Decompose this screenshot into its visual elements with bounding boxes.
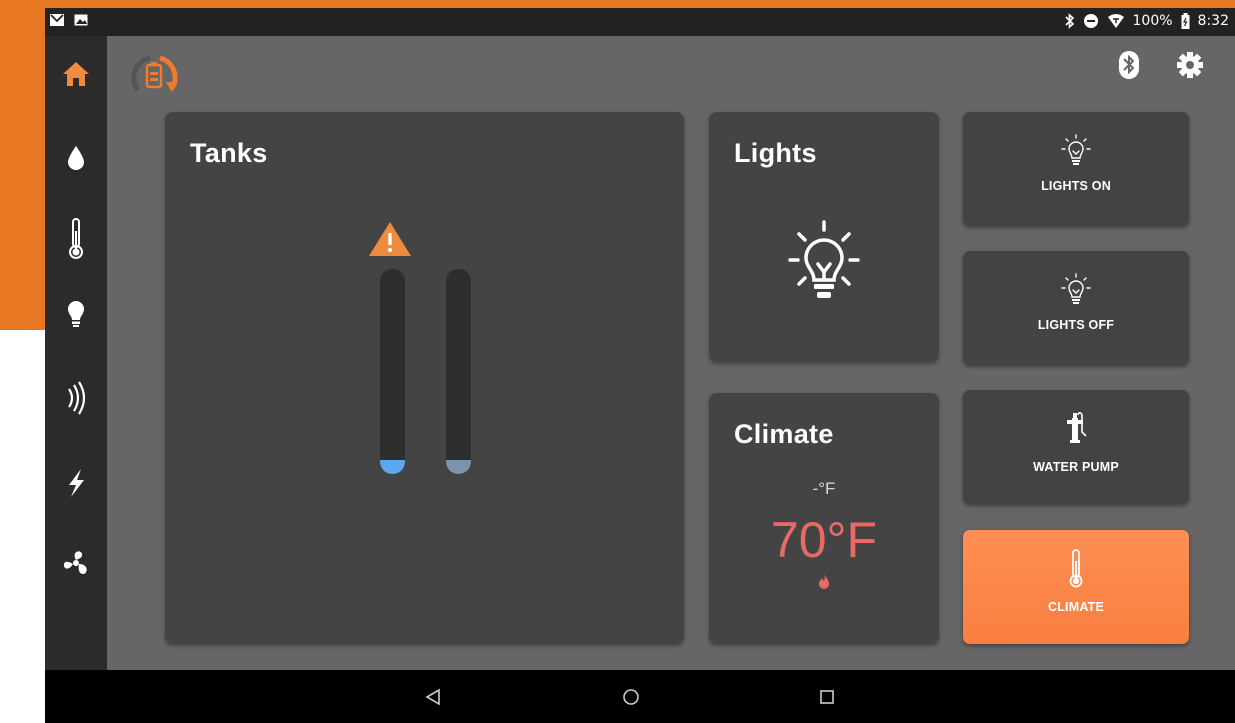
gear-icon — [1177, 52, 1203, 78]
sidebar-item-temperature[interactable] — [45, 213, 107, 263]
tank-fill-2 — [446, 460, 471, 474]
water-pump-label: WATER PUMP — [1033, 460, 1119, 474]
sidebar-item-home[interactable] — [45, 49, 107, 99]
main-panel: Tanks Lights Climate -°F 70°F LIGHTS ON … — [107, 36, 1235, 670]
lights-on-label: LIGHTS ON — [1041, 179, 1111, 193]
lightbulb-on-icon — [1061, 134, 1091, 165]
status-bar: 100% 8:32 — [45, 8, 1235, 36]
thermometer-icon — [69, 218, 83, 259]
tank-level-2 — [446, 269, 471, 474]
app-frame: 100% 8:32 Tanks Lights Climate -°F 70°F … — [0, 0, 1235, 723]
tanks-card[interactable]: Tanks — [165, 112, 684, 644]
home-nav-icon[interactable] — [622, 688, 640, 706]
temperature-value: 70°F — [770, 512, 878, 568]
setpoint-value: -°F — [812, 479, 836, 498]
app-logo[interactable] — [126, 52, 184, 102]
sidebar-item-fan[interactable] — [45, 538, 107, 588]
thermometer-icon — [1069, 549, 1083, 588]
lights-on-button[interactable]: LIGHTS ON — [963, 112, 1189, 226]
sidebar-item-signal[interactable] — [45, 373, 107, 423]
flame-icon — [819, 574, 829, 589]
sidebar-nav — [45, 36, 107, 670]
sidebar-item-lights[interactable] — [45, 289, 107, 339]
sidebar-item-water[interactable] — [45, 133, 107, 183]
tanks-title: Tanks — [190, 138, 268, 168]
sidebar-item-power[interactable] — [45, 458, 107, 508]
fan-icon — [63, 551, 87, 574]
water-pump-button[interactable]: WATER PUMP — [963, 390, 1189, 504]
lights-card[interactable]: Lights — [709, 112, 939, 362]
do-not-disturb-icon — [1083, 14, 1098, 28]
lights-title: Lights — [734, 138, 817, 168]
climate-card[interactable]: Climate -°F 70°F — [709, 393, 939, 644]
lightning-icon — [69, 469, 84, 497]
warning-icon — [369, 222, 411, 256]
climate-title: Climate — [734, 419, 834, 449]
back-icon[interactable] — [425, 688, 441, 706]
lights-off-label: LIGHTS OFF — [1037, 318, 1115, 332]
lights-off-button[interactable]: LIGHTS OFF — [963, 251, 1189, 365]
clock: 8:32 — [1197, 13, 1229, 29]
climate-button-label: CLIMATE — [1047, 600, 1105, 614]
bluetooth-status-icon — [1064, 13, 1074, 29]
battery-percent: 100% — [1132, 13, 1173, 29]
water-pump-icon — [1067, 412, 1087, 443]
settings-button[interactable] — [1173, 48, 1207, 82]
home-icon — [63, 62, 89, 86]
bluetooth-button[interactable] — [1112, 48, 1146, 82]
wifi-icon — [1107, 14, 1124, 28]
system-nav-bar — [45, 670, 1235, 723]
recents-icon[interactable] — [819, 689, 835, 705]
lightbulb-off-icon — [1061, 273, 1091, 304]
image-icon — [74, 14, 88, 26]
climate-button[interactable]: CLIMATE — [963, 530, 1189, 644]
tank-fill-1 — [380, 460, 405, 474]
signal-waves-icon — [68, 381, 86, 415]
battery-icon — [1181, 13, 1190, 29]
tank-level-1 — [380, 269, 405, 474]
lightbulb-icon — [788, 220, 860, 298]
bluetooth-icon — [1119, 51, 1139, 79]
gmail-icon — [50, 14, 64, 26]
lightbulb-icon — [68, 301, 84, 327]
battery-sync-icon — [131, 55, 178, 92]
water-drop-icon — [68, 146, 84, 170]
